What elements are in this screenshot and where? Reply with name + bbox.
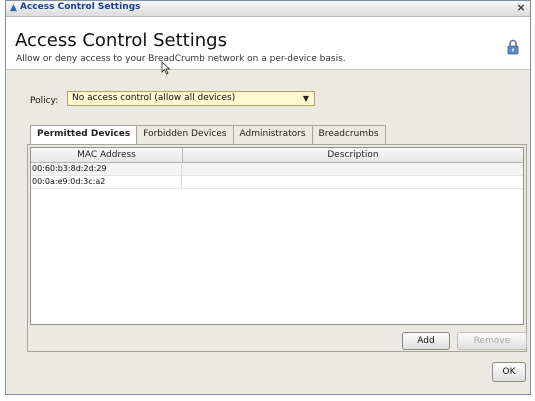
add-button[interactable]: Add [402, 332, 450, 350]
mac-address-cell: 00:60:b3:8d:2d:29 [31, 163, 182, 175]
devices-table[interactable]: MAC Address Description 00:60:b3:8d:2d:2… [30, 147, 524, 325]
page-subtitle: Allow or deny access to your BreadCrumb … [16, 54, 346, 64]
table-body: 00:60:b3:8d:2d:29 00:0a:e9:0d:3c:a2 [31, 163, 523, 189]
app-icon: ▲ [10, 3, 17, 13]
permitted-devices-panel: MAC Address Description 00:60:b3:8d:2d:2… [27, 144, 527, 352]
table-row[interactable]: 00:60:b3:8d:2d:29 [31, 163, 523, 176]
ok-button[interactable]: OK [492, 362, 526, 382]
access-control-window: ▲ Access Control Settings × Access Contr… [5, 0, 531, 395]
chevron-down-icon: ▼ [302, 94, 309, 103]
remove-button[interactable]: Remove [457, 332, 527, 350]
page-title: Access Control Settings [15, 30, 227, 51]
dialog-header: Access Control Settings Allow or deny ac… [6, 17, 530, 75]
description-cell [182, 163, 523, 175]
window-title: Access Control Settings [20, 2, 141, 12]
tab-forbidden-devices[interactable]: Forbidden Devices [137, 125, 234, 144]
policy-selected-value: No access control (allow all devices) [72, 93, 236, 103]
close-icon[interactable]: × [515, 2, 527, 14]
mac-address-cell: 00:0a:e9:0d:3c:a2 [31, 176, 182, 188]
column-header-description[interactable]: Description [183, 148, 523, 162]
title-bar: ▲ Access Control Settings × [6, 1, 530, 17]
description-cell [182, 176, 523, 188]
policy-dropdown[interactable]: No access control (allow all devices) ▼ [67, 91, 315, 106]
tab-bar: Permitted Devices Forbidden Devices Admi… [30, 125, 386, 144]
lock-icon [507, 39, 519, 55]
column-header-mac-address[interactable]: MAC Address [31, 148, 183, 162]
table-header: MAC Address Description [31, 148, 523, 163]
tab-breadcrumbs[interactable]: Breadcrumbs [312, 125, 386, 144]
mouse-cursor-icon [161, 61, 171, 75]
tab-administrators[interactable]: Administrators [233, 125, 313, 144]
tab-permitted-devices[interactable]: Permitted Devices [30, 125, 138, 144]
table-row[interactable]: 00:0a:e9:0d:3c:a2 [31, 176, 523, 189]
policy-label: Policy: [30, 96, 59, 106]
